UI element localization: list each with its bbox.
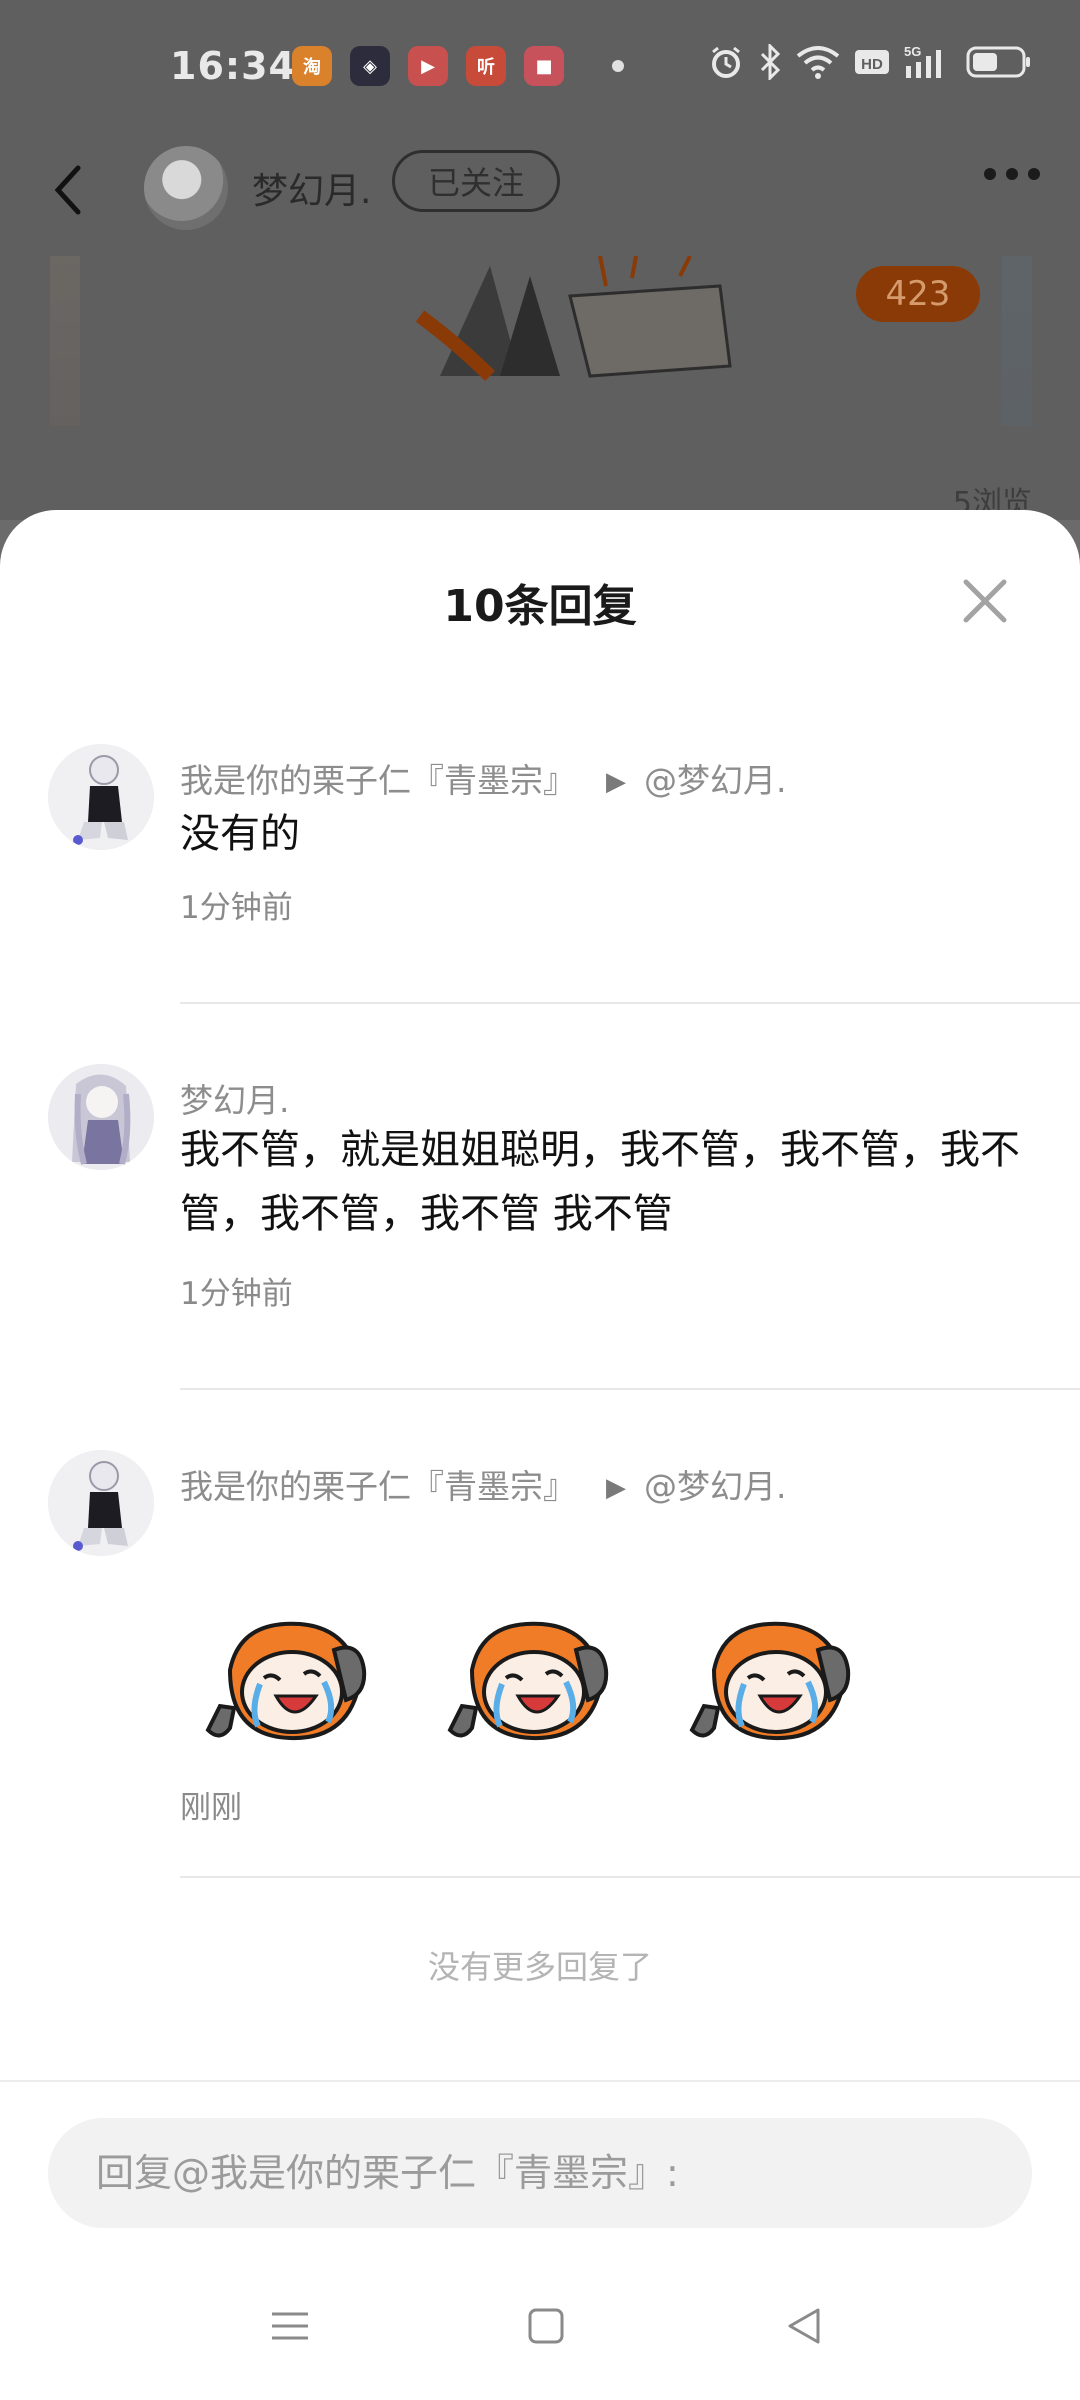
- background-screen: 16:34 淘 ◈ ▶ 听 ■ HD 5G 梦幻月. 已关注 423 5浏览: [0, 0, 1080, 521]
- avatar[interactable]: [48, 1064, 154, 1170]
- post-badge-count: 423: [856, 266, 980, 322]
- avatar[interactable]: [48, 744, 154, 850]
- reply-author-line: 我是你的栗子仁『青墨宗』 ▶ @梦幻月.: [180, 754, 787, 802]
- menu-icon[interactable]: [266, 2302, 314, 2350]
- post-image-right-edge: [1002, 256, 1032, 426]
- replies-sheet: 10条回复 我是你的栗子仁『青墨宗』 ▶ @梦幻月. 没有的 1分钟前 梦幻月. 我…: [0, 510, 1080, 2400]
- status-time: 16:34: [170, 44, 296, 88]
- back-arrow-icon[interactable]: [48, 160, 88, 220]
- game-icon: ◈: [350, 46, 390, 86]
- laughing-cry-sticker[interactable]: [442, 1610, 612, 1750]
- status-app-icons: 淘 ◈ ▶ 听 ■: [292, 46, 624, 86]
- laughing-cry-sticker[interactable]: [200, 1610, 370, 1750]
- reply-author-name[interactable]: 我是你的栗子仁『青墨宗』: [180, 1467, 576, 1506]
- reply-to-arrow-icon: ▶: [606, 1473, 626, 1503]
- listen-icon: 听: [466, 46, 506, 86]
- post-image-left-edge: [50, 256, 80, 426]
- reply-time: 1分钟前: [180, 890, 293, 926]
- reply-to-user[interactable]: @梦幻月.: [644, 1467, 787, 1506]
- battery-icon: [966, 46, 1030, 78]
- record-icon: ■: [524, 46, 564, 86]
- sticker-row: [200, 1610, 854, 1750]
- taobao-icon: 淘: [292, 46, 332, 86]
- sheet-title: 10条回复: [443, 581, 637, 632]
- svg-text:HD: HD: [861, 56, 883, 73]
- status-right-icons: HD 5G: [708, 44, 1032, 80]
- svg-text:5G: 5G: [904, 44, 921, 59]
- background-post: 423 5浏览: [0, 256, 1080, 521]
- reply-author-line: 梦幻月.: [180, 1074, 290, 1122]
- reply-author-name[interactable]: 梦幻月.: [180, 1081, 290, 1120]
- bluetooth-icon: [760, 44, 781, 80]
- signal-5g-icon: 5G: [904, 44, 941, 78]
- reply-item: 我是你的栗子仁『青墨宗』 ▶ @梦幻月. 刚刚: [0, 1450, 1080, 1826]
- notification-dot-icon: [612, 60, 624, 72]
- reply-to-user[interactable]: @梦幻月.: [644, 761, 787, 800]
- reply-item: 梦幻月. 我不管，就是姐姐聪明，我不管，我不管，我不管，我不管，我不管 我不管 …: [0, 1064, 1080, 1394]
- divider: [180, 1388, 1080, 1390]
- post-illustration: [415, 256, 732, 381]
- follow-button[interactable]: 已关注: [392, 150, 560, 212]
- divider: [180, 1876, 1080, 1878]
- status-bar: 16:34 淘 ◈ ▶ 听 ■ HD 5G: [0, 0, 1080, 140]
- wifi-icon: [796, 46, 840, 79]
- reply-author-line: 我是你的栗子仁『青墨宗』 ▶ @梦幻月.: [180, 1460, 787, 1508]
- video-icon: ▶: [408, 46, 448, 86]
- reply-to-arrow-icon: ▶: [606, 767, 626, 797]
- system-nav-bar: [0, 2292, 1080, 2392]
- home-icon[interactable]: [522, 2302, 570, 2350]
- reply-input-area: [0, 2080, 1080, 2400]
- reply-time: 1分钟前: [180, 1276, 293, 1312]
- more-options-icon[interactable]: [984, 168, 1040, 180]
- header-avatar[interactable]: [144, 146, 228, 230]
- alarm-icon: [712, 46, 740, 78]
- no-more-replies-text: 没有更多回复了: [427, 1948, 652, 1986]
- divider: [180, 1002, 1080, 1004]
- reply-item: 我是你的栗子仁『青墨宗』 ▶ @梦幻月. 没有的 1分钟前: [0, 744, 1080, 1014]
- back-triangle-icon[interactable]: [780, 2302, 828, 2350]
- hd-icon: HD: [855, 50, 889, 74]
- reply-text: 没有的: [180, 811, 300, 857]
- top-bar: 梦幻月. 已关注: [0, 140, 1080, 250]
- reply-input[interactable]: [48, 2118, 1032, 2228]
- reply-text: 我不管，就是姐姐聪明，我不管，我不管，我不管，我不管，我不管 我不管: [180, 1127, 1020, 1237]
- header-user-name[interactable]: 梦幻月.: [252, 162, 371, 214]
- reply-time: 刚刚: [180, 1790, 242, 1826]
- reply-author-name[interactable]: 我是你的栗子仁『青墨宗』: [180, 761, 576, 800]
- laughing-cry-sticker[interactable]: [684, 1610, 854, 1750]
- close-icon[interactable]: [960, 576, 1010, 626]
- avatar[interactable]: [48, 1450, 154, 1556]
